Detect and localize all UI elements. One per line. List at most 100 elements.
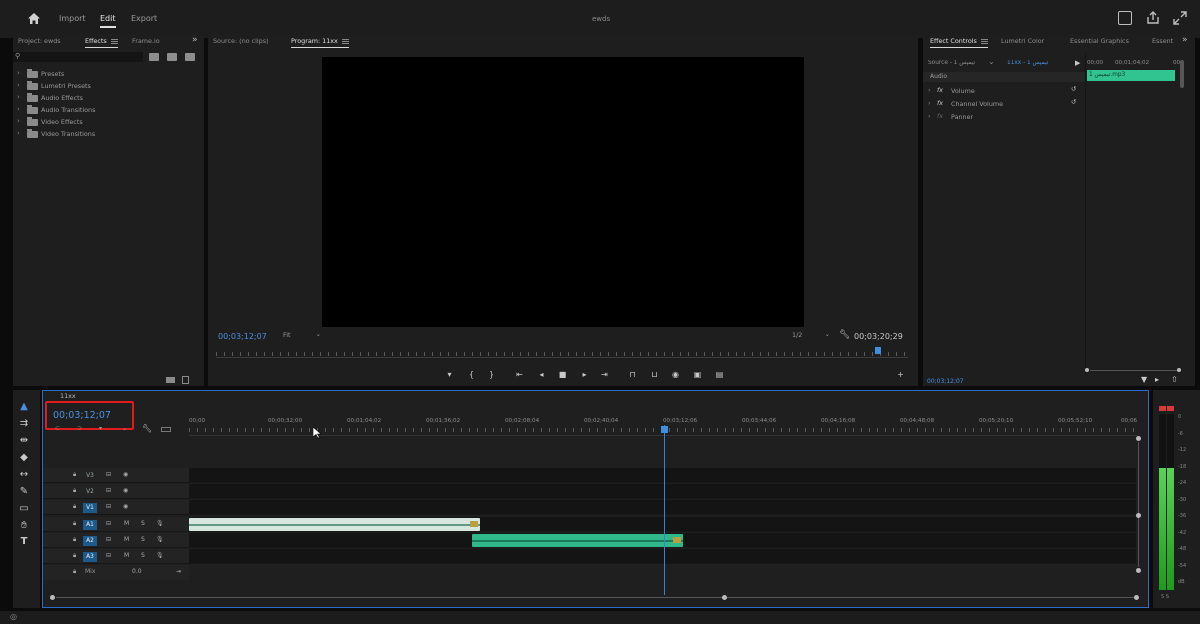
tab-program[interactable]: Program: 11xx (291, 37, 349, 48)
chevron-down-icon[interactable]: ⌄ (988, 57, 995, 66)
effect-volume[interactable]: › fx Volume ↺ (923, 85, 1085, 97)
ec-clip-bar[interactable]: 1 تیمپس.mp3 (1087, 70, 1175, 81)
ec-scrollbar[interactable] (1180, 60, 1184, 88)
track-target-a3[interactable]: A3 (83, 552, 97, 562)
home-icon[interactable] (27, 12, 41, 25)
program-viewer[interactable] (322, 57, 804, 327)
effect-channel-volume[interactable]: › fx Channel Volume ↺ (923, 98, 1085, 110)
more-tabs-icon[interactable]: » (1182, 35, 1188, 45)
wrench-icon[interactable]: 🔧︎ (839, 330, 850, 340)
program-playhead-timecode[interactable]: 00;03;12;07 (218, 332, 267, 341)
sync-lock-icon[interactable]: ⊟ (106, 487, 111, 494)
mark-out-icon[interactable]: } (487, 370, 496, 379)
fullscreen-icon[interactable] (1173, 11, 1187, 25)
sync-lock-icon[interactable]: ⊟ (106, 520, 111, 527)
add-marker-icon[interactable]: ▾ (99, 425, 102, 432)
audio-clip-a2[interactable] (471, 534, 683, 547)
tab-lumetri-color[interactable]: Lumetri Color (1001, 37, 1044, 45)
track-height-handle[interactable] (1136, 513, 1141, 518)
track-lane-a3[interactable] (189, 549, 1136, 564)
track-lane-v3[interactable] (189, 468, 1136, 483)
hand-tool-icon[interactable]: ✋︎ (17, 519, 31, 533)
lock-icon[interactable]: 🔒︎ (73, 520, 76, 528)
go-to-out-icon[interactable]: ⇥ (600, 370, 609, 379)
play-audio-icon[interactable]: ▶ (1075, 59, 1080, 67)
ripple-edit-icon[interactable]: ⇹ (17, 434, 31, 448)
lock-icon[interactable]: 🔒︎ (73, 503, 76, 511)
track-select-icon[interactable]: ⇉ (17, 417, 31, 431)
wrench-icon[interactable]: 🔧︎ (142, 424, 152, 433)
solo-buttons[interactable]: S S (1161, 594, 1169, 600)
timeline-playhead-timecode[interactable]: 00;03;12;07 (53, 410, 111, 421)
go-to-in-icon[interactable]: ⇤ (515, 370, 524, 379)
multicam-icon[interactable]: ▤ (715, 370, 724, 379)
sync-lock-icon[interactable]: ⊟ (106, 536, 111, 543)
timeline-vertical-scrollbar[interactable] (1136, 436, 1141, 576)
track-target-a2[interactable]: A2 (83, 536, 97, 546)
timeline-playhead-handle[interactable] (660, 426, 668, 433)
play-clip-icon[interactable]: ▸ (1155, 375, 1159, 384)
snap-icon[interactable]: ⊂ (55, 425, 60, 432)
filter-icon[interactable]: ▼ (1141, 375, 1147, 384)
resolution-dropdown[interactable]: 1/2 ⌄ (792, 330, 830, 341)
step-forward-icon[interactable]: ▸ (580, 370, 589, 379)
razor-tool-icon[interactable]: ◆ (17, 451, 31, 465)
solo-button[interactable]: S (141, 536, 145, 543)
accelerated-effects-icon[interactable] (149, 53, 159, 61)
sequence-tab[interactable]: 11xx (60, 392, 76, 400)
program-time-ruler[interactable] (216, 352, 908, 356)
microphone-icon[interactable]: 🎙︎ (156, 536, 164, 543)
mute-button[interactable]: M (124, 536, 129, 543)
menu-edit[interactable]: Edit (100, 14, 116, 28)
add-marker-icon[interactable]: ▾ (445, 370, 454, 379)
eye-icon[interactable]: ◉ (123, 471, 128, 478)
tab-essential-graphics[interactable]: Essential Graphics (1070, 37, 1129, 45)
mix-volume-value[interactable]: 0.0 (132, 568, 142, 575)
rectangle-tool-icon[interactable]: ▭ (17, 502, 31, 516)
sync-lock-icon[interactable]: ⊟ (106, 552, 111, 559)
pen-tool-icon[interactable]: ✎ (17, 485, 31, 499)
sync-lock-icon[interactable]: ⊟ (106, 503, 111, 510)
timeline-horizontal-scrollbar[interactable] (50, 595, 1140, 600)
go-to-end-icon[interactable]: ⇥ (176, 568, 181, 575)
stop-icon[interactable]: ■ (558, 370, 567, 379)
lock-icon[interactable]: 🔒︎ (73, 536, 76, 544)
program-playhead[interactable] (875, 347, 881, 354)
share-icon[interactable] (1146, 11, 1160, 25)
captions-icon[interactable] (161, 427, 171, 432)
eye-icon[interactable]: ◉ (123, 503, 128, 510)
step-back-icon[interactable]: ◂ (537, 370, 546, 379)
track-lane-v1[interactable] (189, 500, 1136, 515)
extract-icon[interactable]: ⊔ (650, 370, 659, 379)
effect-panner[interactable]: › fx Panner (923, 111, 1085, 123)
slip-tool-icon[interactable]: ↔ (17, 468, 31, 482)
more-tabs-icon[interactable]: » (192, 35, 198, 45)
solo-button[interactable]: S (141, 520, 145, 527)
audio-clip-a1[interactable] (189, 518, 481, 531)
tab-effect-controls[interactable]: Effect Controls (930, 37, 988, 48)
ec-timecode[interactable]: 00;03;12;07 (927, 378, 964, 385)
mute-button[interactable]: M (124, 552, 129, 559)
button-editor-icon[interactable]: + (896, 370, 905, 379)
track-target-v1[interactable]: V1 (83, 503, 97, 513)
track-target-a1[interactable]: A1 (83, 520, 97, 530)
tab-frameio[interactable]: Frame.io (132, 37, 160, 45)
tab-effects[interactable]: Effects (85, 37, 118, 48)
mark-in-icon[interactable]: { (467, 370, 476, 379)
lift-icon[interactable]: ⊓ (628, 370, 637, 379)
mute-button[interactable]: M (124, 520, 129, 527)
fit-dropdown[interactable]: Fit ⌄ (283, 330, 321, 341)
32bit-effects-icon[interactable] (167, 53, 177, 61)
track-lane-v2[interactable] (189, 484, 1136, 499)
comparison-view-icon[interactable]: ▣ (693, 370, 702, 379)
tab-project[interactable]: Project: ewds (18, 37, 61, 45)
menu-export[interactable]: Export (131, 14, 157, 23)
lock-icon[interactable]: 🔒︎ (73, 487, 76, 495)
microphone-icon[interactable]: 🎙︎ (156, 520, 164, 527)
track-target-v3[interactable]: V3 (83, 471, 97, 481)
quick-export-icon[interactable] (1118, 11, 1132, 25)
eye-icon[interactable]: ◉ (123, 487, 128, 494)
track-target-v2[interactable]: V2 (83, 487, 97, 497)
new-bin-icon[interactable] (166, 377, 175, 383)
solo-button[interactable]: S (141, 552, 145, 559)
